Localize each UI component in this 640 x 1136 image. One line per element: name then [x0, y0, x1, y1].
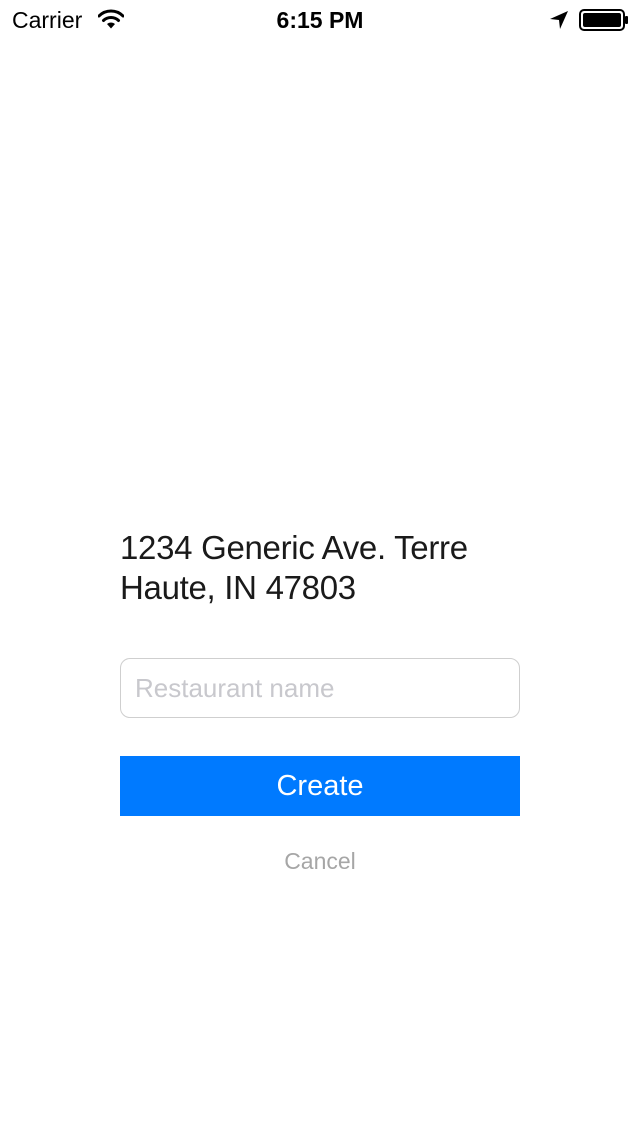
cancel-button[interactable]: Cancel — [120, 846, 520, 876]
battery-icon — [579, 9, 628, 31]
location-arrow-icon — [550, 11, 568, 29]
restaurant-name-input[interactable] — [120, 658, 520, 718]
create-button[interactable]: Create — [120, 756, 520, 816]
status-time: 6:15 PM — [276, 7, 364, 33]
status-bar: Carrier 6:15 PM — [0, 0, 640, 40]
address-label: 1234 Generic Ave. Terre Haute, IN 47803 — [120, 529, 468, 606]
